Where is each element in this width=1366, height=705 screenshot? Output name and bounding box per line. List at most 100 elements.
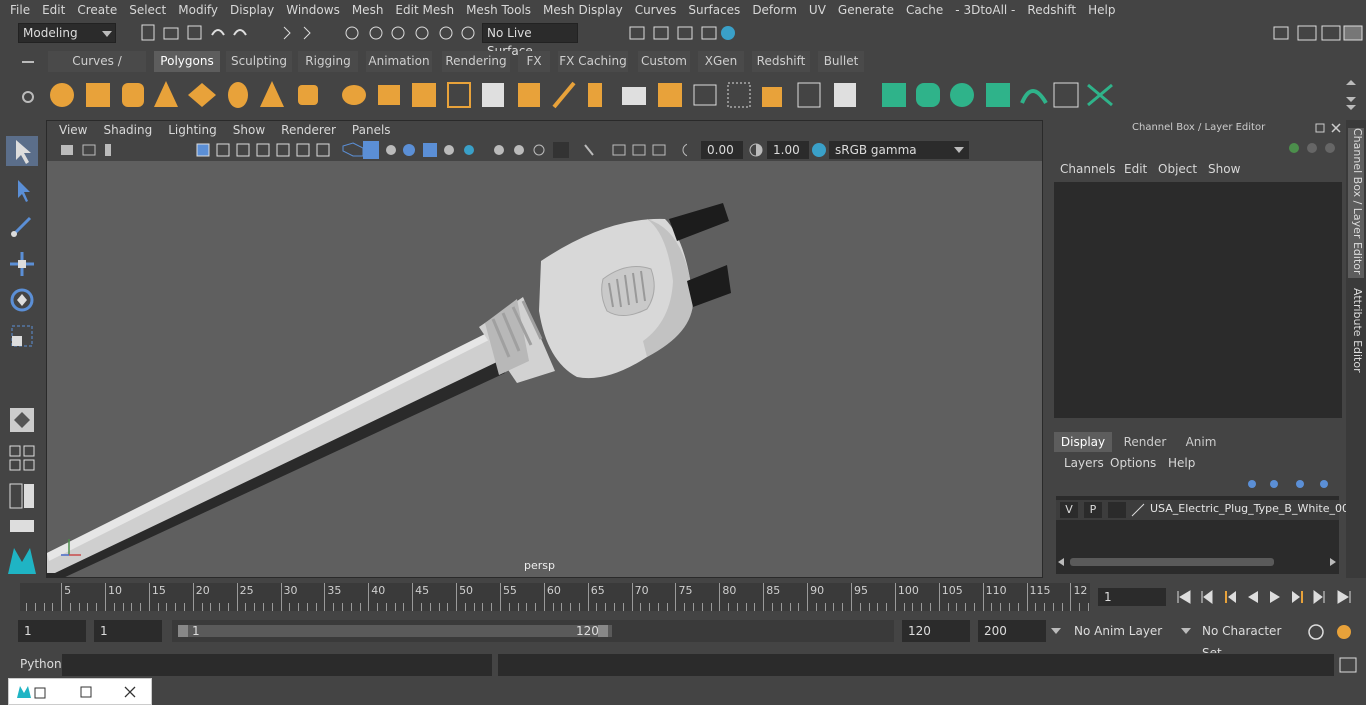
menu-help[interactable]: Help bbox=[1082, 0, 1121, 21]
file-tools-icons[interactable] bbox=[140, 23, 340, 43]
layer-scrollbar-arrows[interactable] bbox=[1056, 556, 1339, 568]
menu-generate[interactable]: Generate bbox=[832, 0, 900, 21]
channel-box-mode-icons[interactable] bbox=[1286, 140, 1342, 156]
menu-edit-mesh[interactable]: Edit Mesh bbox=[389, 0, 460, 21]
menu-edit[interactable]: Edit bbox=[36, 0, 71, 21]
shelf-tab-polygons[interactable]: Polygons bbox=[154, 51, 220, 72]
script-editor-icon[interactable] bbox=[1338, 656, 1358, 674]
layer-action-icons[interactable] bbox=[1244, 476, 1340, 492]
viewport-menu-renderer[interactable]: Renderer bbox=[273, 123, 344, 137]
layers-menu[interactable]: Layers bbox=[1064, 456, 1104, 470]
animation-end-field[interactable]: 200 bbox=[978, 620, 1046, 642]
panel-float-close-icons[interactable] bbox=[1314, 122, 1344, 134]
channels-menu[interactable]: Channels bbox=[1060, 162, 1116, 176]
uv-shelf-icons[interactable] bbox=[878, 77, 1118, 113]
render-tools-icons[interactable] bbox=[590, 23, 740, 43]
playback-start-field[interactable]: 1 bbox=[94, 620, 162, 642]
shelf-tab-curves-surfaces[interactable]: Curves / Surfaces bbox=[48, 51, 146, 89]
menu-deform[interactable]: Deform bbox=[746, 0, 803, 21]
menu-mesh[interactable]: Mesh bbox=[346, 0, 390, 21]
colorspace-dropdown[interactable]: sRGB gamma bbox=[829, 141, 969, 159]
tab-anim[interactable]: Anim bbox=[1176, 432, 1226, 452]
menu-windows[interactable]: Windows bbox=[280, 0, 346, 21]
viewport-menu-lighting[interactable]: Lighting bbox=[160, 123, 225, 137]
menu-create[interactable]: Create bbox=[71, 0, 123, 21]
snap-tools-icons[interactable] bbox=[340, 23, 480, 43]
gear-icon[interactable] bbox=[18, 87, 38, 107]
viewport-menu-view[interactable]: View bbox=[51, 123, 95, 137]
layer-display-type-toggle[interactable] bbox=[1108, 502, 1126, 518]
shelf-tab-fx-caching[interactable]: FX Caching bbox=[558, 51, 628, 72]
rotate-tool-icon[interactable] bbox=[6, 284, 38, 314]
select-tool-icon[interactable] bbox=[6, 136, 38, 166]
layout-single-icon[interactable] bbox=[6, 516, 38, 536]
menu-curves[interactable]: Curves bbox=[629, 0, 683, 21]
shelf-tab-rendering[interactable]: Rendering bbox=[442, 51, 510, 72]
show-menu[interactable]: Show bbox=[1208, 162, 1240, 176]
lasso-tool-icon[interactable] bbox=[6, 174, 38, 204]
shelf-menu-icon[interactable] bbox=[20, 55, 36, 69]
menu-modify[interactable]: Modify bbox=[172, 0, 224, 21]
layer-list[interactable]: V P USA_Electric_Plug_Type_B_White_001 bbox=[1056, 496, 1356, 574]
paint-select-icon[interactable] bbox=[6, 210, 38, 240]
scale-tool-icon[interactable] bbox=[6, 320, 38, 350]
live-surface-field[interactable]: No Live Surface bbox=[482, 23, 578, 58]
viewport-menu-show[interactable]: Show bbox=[225, 123, 273, 137]
color-management-icon[interactable] bbox=[811, 142, 827, 158]
polygon-shelf-icons[interactable] bbox=[48, 77, 878, 113]
chevron-down-icon-2[interactable] bbox=[1180, 627, 1192, 635]
menu-display[interactable]: Display bbox=[224, 0, 280, 21]
channel-list[interactable] bbox=[1054, 182, 1342, 418]
shelf-tab-sculpting[interactable]: Sculpting bbox=[226, 51, 292, 72]
playback-controls[interactable] bbox=[1174, 588, 1360, 606]
shelf-tab-fx[interactable]: FX bbox=[518, 51, 550, 72]
playback-end-field[interactable]: 120 bbox=[902, 620, 970, 642]
prefs-icons[interactable] bbox=[1306, 622, 1360, 642]
viewport-tool-icons[interactable] bbox=[57, 141, 687, 159]
shelf-tab-bullet[interactable]: Bullet bbox=[818, 51, 864, 72]
options-menu[interactable]: Options bbox=[1110, 456, 1156, 470]
range-slider[interactable]: 1 120 bbox=[172, 620, 894, 642]
side-tab-attribute-editor[interactable]: Attribute Editor bbox=[1348, 288, 1364, 378]
command-input[interactable] bbox=[62, 654, 492, 676]
menu-uv[interactable]: UV bbox=[803, 0, 832, 21]
menu-select[interactable]: Select bbox=[123, 0, 172, 21]
shelf-scroll-icon[interactable] bbox=[1344, 79, 1358, 113]
object-menu[interactable]: Object bbox=[1158, 162, 1197, 176]
shelf-tab-rigging[interactable]: Rigging bbox=[298, 51, 358, 72]
range-slider-thumb[interactable] bbox=[178, 625, 612, 637]
gamma-field[interactable]: 1.00 bbox=[767, 141, 809, 159]
range-handle-left[interactable] bbox=[178, 625, 188, 637]
layer-color-icon[interactable] bbox=[1130, 502, 1146, 518]
animation-start-field[interactable]: 1 bbox=[18, 620, 86, 642]
layout-split-icon[interactable] bbox=[6, 480, 38, 510]
last-tool-icon[interactable] bbox=[6, 404, 38, 434]
viewport-menu-panels[interactable]: Panels bbox=[344, 123, 399, 137]
layer-row[interactable]: V P USA_Electric_Plug_Type_B_White_001 bbox=[1056, 500, 1356, 520]
menu-file[interactable]: File bbox=[4, 0, 36, 21]
tab-display[interactable]: Display bbox=[1054, 432, 1112, 452]
workspace-icons[interactable] bbox=[1270, 23, 1366, 43]
character-set-dropdown[interactable]: No Character Set bbox=[1196, 620, 1300, 660]
help-menu[interactable]: Help bbox=[1168, 456, 1195, 470]
menu-3dtoall[interactable]: - 3DtoAll - bbox=[949, 0, 1021, 21]
move-tool-icon[interactable] bbox=[6, 248, 38, 278]
side-tab-channel-box[interactable]: Channel Box / Layer Editor bbox=[1348, 128, 1364, 278]
scene-render[interactable] bbox=[47, 161, 1043, 578]
anim-layer-dropdown[interactable]: No Anim Layer bbox=[1068, 620, 1178, 642]
command-language-label[interactable]: Python bbox=[20, 657, 62, 671]
menu-redshift[interactable]: Redshift bbox=[1021, 0, 1082, 21]
shelf-tab-animation[interactable]: Animation bbox=[366, 51, 432, 72]
viewport-panel[interactable]: View Shading Lighting Show Renderer Panels bbox=[46, 120, 1043, 578]
mode-dropdown[interactable]: Modeling bbox=[18, 23, 116, 43]
range-handle-right[interactable] bbox=[598, 625, 608, 637]
window-controls[interactable] bbox=[15, 684, 147, 700]
menu-mesh-tools[interactable]: Mesh Tools bbox=[460, 0, 537, 21]
layer-playback-toggle[interactable]: P bbox=[1084, 502, 1102, 518]
viewport-menu-shading[interactable]: Shading bbox=[95, 123, 160, 137]
shelf-tab-custom[interactable]: Custom bbox=[638, 51, 690, 72]
minimized-window[interactable] bbox=[8, 678, 152, 705]
shelf-tab-redshift[interactable]: Redshift bbox=[752, 51, 810, 72]
exposure-field[interactable]: 0.00 bbox=[701, 141, 743, 159]
menu-mesh-display[interactable]: Mesh Display bbox=[537, 0, 629, 21]
